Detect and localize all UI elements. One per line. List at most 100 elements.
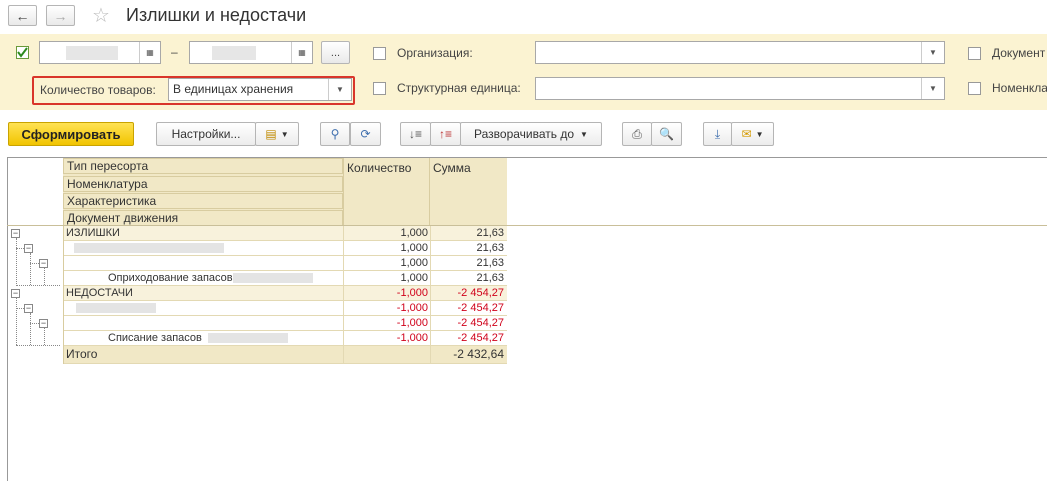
period-dash: – <box>171 45 178 59</box>
table-row[interactable]: 1,000 21,63 <box>63 256 507 271</box>
settings-label: Настройки... <box>171 127 241 141</box>
back-button[interactable]: ← <box>8 5 37 26</box>
tree-line <box>16 248 24 249</box>
search-replace-button[interactable]: ⟳ <box>350 122 381 146</box>
row-label: ИЗЛИШКИ <box>63 226 343 241</box>
favorite-star-icon[interactable]: ☆ <box>92 3 110 28</box>
settings-button[interactable]: Настройки... <box>156 122 256 146</box>
row-qty: 1,000 <box>343 256 430 271</box>
collapse-icon[interactable]: − <box>39 319 48 328</box>
header-document: Документ движения <box>63 210 343 226</box>
chevron-down-icon[interactable]: ▼ <box>921 78 944 99</box>
table-row[interactable]: НЕДОСТАЧИ -1,000 -2 454,27 <box>63 286 507 301</box>
org-checkbox[interactable] <box>373 47 386 60</box>
redacted-nomenclature <box>76 303 156 314</box>
table-left-border <box>63 226 64 364</box>
nomen-checkbox[interactable] <box>968 82 981 95</box>
row-label <box>63 316 343 331</box>
header-nomenclature: Номенклатура <box>63 176 343 192</box>
calendar-icon[interactable]: ▦ <box>291 42 312 63</box>
generate-label: Сформировать <box>21 126 121 142</box>
tree-line <box>16 238 17 286</box>
collapse-icon[interactable]: − <box>39 259 48 268</box>
redacted-date <box>66 46 118 60</box>
date-from-field[interactable]: ▦ <box>39 41 161 64</box>
period-checkbox[interactable] <box>16 46 29 59</box>
collapse-icon[interactable]: − <box>11 289 20 298</box>
chevron-down-icon: ▼ <box>755 129 764 139</box>
sort-asc-button[interactable]: ↑≡ <box>430 122 461 146</box>
download-icon: ⤓ <box>714 126 721 141</box>
table-row[interactable]: ИЗЛИШКИ 1,000 21,63 <box>63 226 507 241</box>
tree-line <box>16 345 60 346</box>
send-email-button[interactable]: ✉ ▼ <box>731 122 774 146</box>
total-sum: -2 432,64 <box>430 346 507 364</box>
filter-panel: ▦ – ▦ ... Организация: ▼ Документ Количе… <box>0 34 1047 110</box>
calendar-icon[interactable]: ▦ <box>139 42 160 63</box>
table-row[interactable]: -1,000 -2 454,27 <box>63 316 507 331</box>
refresh-search-icon: ⟳ <box>360 127 371 141</box>
arrow-left-icon: ← <box>15 7 30 24</box>
print-preview-icon: 🔍 <box>659 127 674 141</box>
variants-button[interactable]: ▤ ▼ <box>255 122 299 146</box>
chevron-down-icon[interactable]: ▼ <box>328 79 351 100</box>
unit-checkbox[interactable] <box>373 82 386 95</box>
row-sum: -2 454,27 <box>430 316 507 331</box>
total-qty <box>343 346 430 364</box>
row-qty: 1,000 <box>343 241 430 256</box>
row-sum: -2 454,27 <box>430 301 507 316</box>
row-label: Оприходование запасов <box>63 271 343 286</box>
tree-line <box>16 285 60 286</box>
header-qty: Количество <box>343 158 430 225</box>
doc-checkbox[interactable] <box>968 47 981 60</box>
generate-button[interactable]: Сформировать <box>8 122 134 146</box>
page-title: Излишки и недостачи <box>126 5 307 25</box>
expand-to-button[interactable]: Разворачивать до ▼ <box>460 122 602 146</box>
header-sum: Сумма <box>430 158 507 225</box>
unit-label: Структурная единица: <box>397 81 521 95</box>
doc-name: Списание запасов <box>108 332 202 344</box>
qty-select[interactable]: В единицах хранения ▼ <box>168 78 352 101</box>
redacted-nomenclature <box>74 243 224 254</box>
search-icon: ⚲ <box>330 127 340 141</box>
period-select-button[interactable]: ... <box>321 41 350 64</box>
header-characteristic: Характеристика <box>63 193 343 209</box>
sort-desc-icon: ↓≡ <box>408 127 422 141</box>
search-button[interactable]: ⚲ <box>320 122 350 146</box>
header-type: Тип пересорта <box>63 158 343 174</box>
table-row[interactable]: Оприходование запасов 1,000 21,63 <box>63 271 507 286</box>
tree-line <box>44 268 45 285</box>
expand-label: Разворачивать до <box>474 127 575 141</box>
org-label: Организация: <box>397 46 473 60</box>
chevron-down-icon[interactable]: ▼ <box>921 42 944 63</box>
row-qty: 1,000 <box>343 271 430 286</box>
collapse-icon[interactable]: − <box>24 304 33 313</box>
row-label <box>63 256 343 271</box>
org-field[interactable]: ▼ <box>535 41 945 64</box>
redacted-doc-number <box>207 333 288 344</box>
table-row[interactable]: -1,000 -2 454,27 <box>63 301 507 316</box>
tree-line <box>44 328 45 345</box>
collapse-icon[interactable]: − <box>24 244 33 253</box>
forward-button[interactable]: → <box>46 5 75 26</box>
row-label <box>63 241 343 256</box>
preview-button[interactable]: 🔍 <box>651 122 682 146</box>
collapse-icon[interactable]: − <box>11 229 20 238</box>
qty-label: Количество товаров: <box>40 83 156 97</box>
date-to-field[interactable]: ▦ <box>189 41 313 64</box>
table-row[interactable]: 1,000 21,63 <box>63 241 507 256</box>
unit-field[interactable]: ▼ <box>535 77 945 100</box>
report-variant-icon: ▤ <box>265 127 277 141</box>
row-sum: 21,63 <box>430 226 507 241</box>
sort-desc-button[interactable]: ↓≡ <box>400 122 431 146</box>
total-row[interactable]: Итого -2 432,64 <box>63 346 507 364</box>
table-row[interactable]: Списание запасов -1,000 -2 454,27 <box>63 331 507 346</box>
redacted-date <box>212 46 256 60</box>
row-label: Списание запасов <box>63 331 343 346</box>
row-qty: -1,000 <box>343 301 430 316</box>
tree-line <box>30 253 31 285</box>
save-button[interactable]: ⤓ <box>703 122 732 146</box>
print-button[interactable]: ⎙ <box>622 122 652 146</box>
tree-line <box>30 323 39 324</box>
tree-line <box>16 298 17 345</box>
